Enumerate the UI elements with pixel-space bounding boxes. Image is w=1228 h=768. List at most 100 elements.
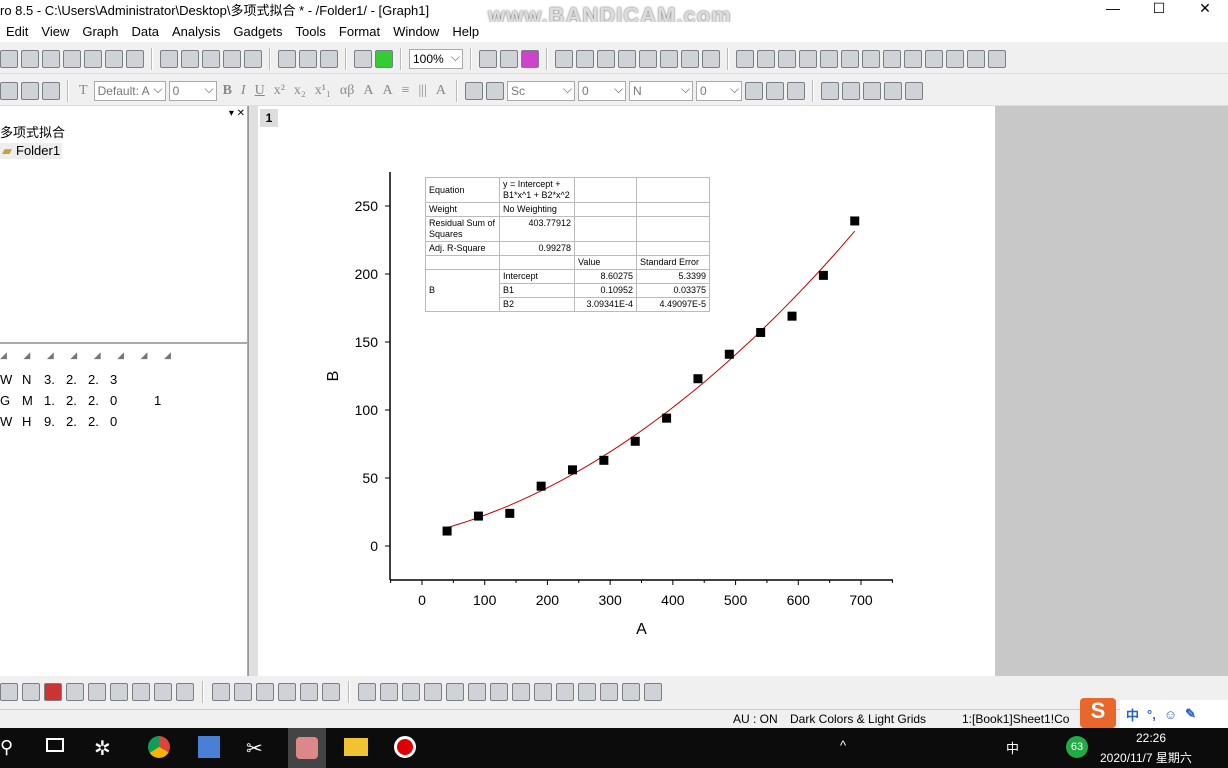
tray-expand-icon[interactable]: ^ xyxy=(840,738,846,753)
menu-window[interactable]: Window xyxy=(387,22,446,42)
export-icon[interactable] xyxy=(500,49,518,68)
duplicate-icon[interactable] xyxy=(354,49,372,68)
pointer-icon[interactable] xyxy=(0,81,18,100)
new-excel-icon[interactable] xyxy=(21,49,39,68)
snipping-icon[interactable]: ✂ xyxy=(246,736,263,761)
subscript-icon[interactable]: x₂ xyxy=(291,83,309,99)
bold-icon[interactable]: B xyxy=(220,83,235,99)
command-window-icon[interactable] xyxy=(618,49,636,68)
menu-gadgets[interactable]: Gadgets xyxy=(227,22,289,42)
slideshow-icon[interactable] xyxy=(521,49,539,68)
stats-plot-icon[interactable] xyxy=(66,683,84,701)
rescale-icon[interactable] xyxy=(946,49,964,68)
font-select[interactable]: Default: A xyxy=(93,80,166,101)
superscript-icon[interactable]: x² xyxy=(271,83,288,99)
sogou-ime-icon[interactable]: S xyxy=(1080,698,1116,728)
axis-t-icon[interactable] xyxy=(841,49,859,68)
panel-close-icon[interactable]: ▾ ✕ xyxy=(229,108,245,119)
3d-bar-icon[interactable] xyxy=(234,683,252,701)
add-layer-icon[interactable] xyxy=(702,49,720,68)
fill-color-icon[interactable] xyxy=(465,81,484,100)
tray-badge[interactable]: 63 xyxy=(1066,736,1088,758)
fill-value-select[interactable]: 0 xyxy=(696,80,743,101)
settings-icon[interactable] xyxy=(681,49,699,68)
border-icon[interactable] xyxy=(766,81,785,100)
file-explorer-icon[interactable] xyxy=(344,738,368,756)
menu-format[interactable]: Format xyxy=(333,22,387,42)
fill-pattern-select[interactable]: N xyxy=(629,80,694,101)
menu-graph[interactable]: Graph xyxy=(76,22,125,42)
image-icon[interactable] xyxy=(322,683,340,701)
graph-tools-icon[interactable] xyxy=(736,49,754,68)
ime-punctuation[interactable]: °, xyxy=(1147,707,1156,722)
close-button[interactable]: ✕ xyxy=(1182,0,1228,22)
fit-layer-icon[interactable] xyxy=(644,683,662,701)
origin-taskbar-button[interactable] xyxy=(288,728,326,768)
app-pinwheel-icon[interactable]: ✲ xyxy=(94,736,111,761)
tray-language[interactable]: 中 xyxy=(1006,738,1019,757)
fit-results-table[interactable]: Equation y = Intercept + B1*x^1 + B2*x^2 … xyxy=(425,177,710,312)
code-builder-icon[interactable] xyxy=(555,49,573,68)
lock-icon[interactable] xyxy=(905,81,924,100)
area-plot-icon[interactable] xyxy=(110,683,128,701)
align-top-icon[interactable] xyxy=(402,683,420,701)
menu-edit[interactable]: Edit xyxy=(0,22,35,42)
clock-icon[interactable] xyxy=(967,49,985,68)
box-icon[interactable] xyxy=(883,49,901,68)
new-workbook-icon[interactable] xyxy=(0,49,18,68)
column-plot-icon[interactable] xyxy=(44,683,62,701)
menu-help[interactable]: Help xyxy=(446,22,486,42)
new-function-icon[interactable] xyxy=(84,49,102,68)
line-symbol-icon[interactable] xyxy=(22,683,40,701)
ungroup-icon[interactable] xyxy=(600,683,618,701)
matrix-icon[interactable] xyxy=(300,683,318,701)
surface-icon[interactable] xyxy=(256,683,274,701)
scatter-plot-icon[interactable] xyxy=(0,683,18,701)
front-icon[interactable] xyxy=(534,683,552,701)
chrome-icon[interactable] xyxy=(148,736,170,758)
align-left-icon[interactable] xyxy=(358,683,376,701)
layer-contents-icon[interactable] xyxy=(639,49,657,68)
menu-view[interactable]: View xyxy=(35,22,76,42)
task-view-icon[interactable] xyxy=(46,738,64,752)
polar-plot-icon[interactable] xyxy=(132,683,150,701)
line-width-select[interactable]: 0 xyxy=(578,80,627,101)
layer-icon[interactable] xyxy=(757,49,775,68)
open-icon[interactable] xyxy=(160,49,178,68)
line-style-select[interactable]: Sc xyxy=(507,80,576,101)
align-v-icon[interactable] xyxy=(446,683,464,701)
import-icon[interactable] xyxy=(278,49,296,68)
import-multiple-icon[interactable] xyxy=(320,49,338,68)
align-right-icon[interactable] xyxy=(380,683,398,701)
align-bottom-icon[interactable] xyxy=(424,683,442,701)
menu-analysis[interactable]: Analysis xyxy=(166,22,227,42)
recalculate-icon[interactable] xyxy=(375,49,393,68)
italic-icon[interactable]: I xyxy=(238,83,249,99)
increase-font-icon[interactable]: A xyxy=(360,83,376,99)
import-single-icon[interactable] xyxy=(299,49,317,68)
3d-plot-icon[interactable] xyxy=(212,683,230,701)
clock-time[interactable]: 22:26 xyxy=(1136,731,1166,745)
underline-icon[interactable]: U xyxy=(252,83,268,99)
arrange-icon[interactable] xyxy=(799,49,817,68)
font-color-icon[interactable]: A xyxy=(433,83,449,99)
clock-date[interactable]: 2020/11/7 星期六 xyxy=(1100,749,1192,766)
decrease-font-icon[interactable]: A xyxy=(379,83,395,99)
back-icon[interactable] xyxy=(556,683,574,701)
merge-icon[interactable] xyxy=(778,49,796,68)
data-reader-icon[interactable] xyxy=(863,81,882,100)
column-icon[interactable]: ||| xyxy=(416,83,430,99)
open-excel-icon[interactable] xyxy=(202,49,220,68)
marker-icon[interactable] xyxy=(821,81,840,100)
open-template-icon[interactable] xyxy=(181,49,199,68)
save-icon[interactable] xyxy=(223,49,241,68)
bandicam-icon[interactable] xyxy=(394,736,416,758)
pattern-icon[interactable] xyxy=(745,81,764,100)
stock-plot-icon[interactable] xyxy=(154,683,172,701)
mask-icon[interactable] xyxy=(42,81,60,100)
maximize-button[interactable]: ☐ xyxy=(1136,0,1182,22)
same-height-icon[interactable] xyxy=(512,683,530,701)
print-icon[interactable] xyxy=(479,49,497,68)
folder-item[interactable]: ▰ Folder1 xyxy=(0,143,63,159)
results-log-icon[interactable] xyxy=(576,49,594,68)
